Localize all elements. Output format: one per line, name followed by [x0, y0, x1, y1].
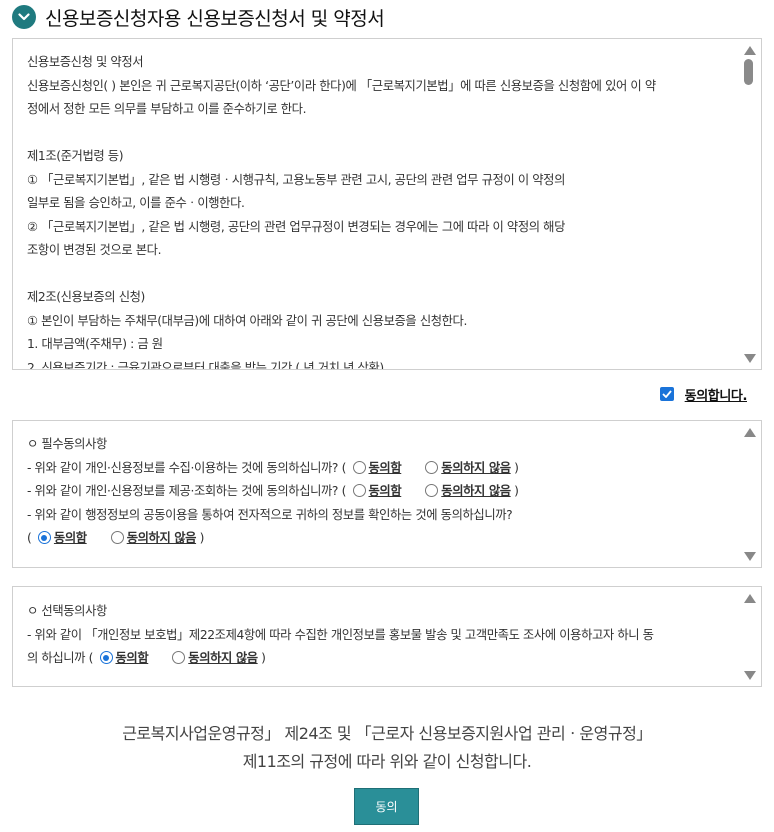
- q2-close: ): [514, 484, 519, 498]
- terms-content: 신용보증신청 및 약정서 신용보증신청인( ) 본인은 귀 근로복지공단(이하 …: [27, 51, 731, 369]
- terms-line: ② 「근로복지기본법」, 같은 법 시행령, 공단의 관련 업무규정이 변경되는…: [27, 219, 565, 234]
- terms-blank: [27, 263, 731, 287]
- optional-scrollbar[interactable]: [739, 587, 761, 686]
- scroll-up-icon[interactable]: [739, 423, 761, 441]
- optional-content: ㅇ 선택동의사항 - 위와 같이 「개인정보 보호법」제22조제4항에 따라 수…: [27, 600, 731, 686]
- scroll-down-icon[interactable]: [739, 666, 761, 684]
- required-title: ㅇ 필수동의사항: [27, 437, 107, 451]
- scroll-up-icon[interactable]: [739, 41, 761, 59]
- scroll-up-icon[interactable]: [739, 589, 761, 607]
- terms-line: 제2조(신용보증의 신청): [27, 290, 145, 304]
- q3-agree-label[interactable]: 동의함: [54, 531, 87, 545]
- chevron-down-icon[interactable]: [12, 5, 36, 29]
- terms-line: 제1조(준거법령 등): [27, 149, 124, 163]
- optional-consent-box[interactable]: ㅇ 선택동의사항 - 위와 같이 「개인정보 보호법」제22조제4항에 따라 수…: [12, 586, 762, 687]
- terms-line: 정에서 정한 모든 의무를 부담하고 이를 준수하기로 한다.: [27, 102, 307, 116]
- terms-blank: [27, 122, 731, 146]
- q3-open: (: [27, 531, 32, 545]
- terms-scrollbar[interactable]: [739, 39, 761, 369]
- required-q3-text: - 위와 같이 행정정보의 공동이용을 통하여 전자적으로 귀하의 정보를 확인…: [27, 507, 513, 522]
- page-title: 신용보증신청자용 신용보증신청서 및 약정서: [45, 7, 385, 30]
- q3-disagree-label[interactable]: 동의하지 않음: [127, 531, 197, 545]
- scroll-down-icon[interactable]: [739, 547, 761, 565]
- footer-line1: 근로복지사업운영규정」 제24조 및 「근로자 신용보증지원사업 관리ㆍ운영규정…: [122, 724, 652, 743]
- q1-agree-label[interactable]: 동의함: [369, 461, 402, 475]
- terms-line: 일부로 됨을 승인하고, 이를 준수ㆍ이행한다.: [27, 196, 245, 210]
- q1-disagree-radio[interactable]: [425, 460, 439, 474]
- terms-textbox[interactable]: 신용보증신청 및 약정서 신용보증신청인( ) 본인은 귀 근로복지공단(이하 …: [12, 38, 762, 370]
- q2-agree-label[interactable]: 동의함: [369, 484, 402, 498]
- footer-line2: 제11조의 규정에 따라 위와 같이 신청합니다.: [242, 752, 532, 771]
- required-scrollbar[interactable]: [739, 421, 761, 567]
- q3-close: ): [199, 531, 205, 545]
- terms-line: ① 「근로복지기본법」, 같은 법 시행령ㆍ시행규칙, 고용노동부 관련 고시,…: [27, 172, 565, 187]
- terms-agree[interactable]: 동의합니다.: [659, 383, 748, 405]
- q2-agree-radio[interactable]: [352, 484, 366, 497]
- optional-line2: 의 하십니까 ( 동의함 동의하지 않음 ): [27, 647, 731, 671]
- required-q3: ( 동의함 동의하지 않음 ): [27, 527, 731, 551]
- optional-line1: - 위와 같이 「개인정보 보호법」제22조제4항에 따라 수집한 개인정보를 …: [27, 627, 654, 642]
- scroll-thumb[interactable]: [744, 59, 753, 85]
- optional-agree-label[interactable]: 동의함: [116, 651, 149, 665]
- required-content: ㅇ 필수동의사항 - 위와 같이 개인·신용정보를 수집·이용하는 것에 동의하…: [27, 433, 731, 567]
- scroll-down-icon[interactable]: [739, 349, 761, 367]
- q3-agree-radio[interactable]: [37, 531, 51, 544]
- q1-agree-radio[interactable]: [352, 460, 366, 474]
- required-consent-box[interactable]: ㅇ 필수동의사항 - 위와 같이 개인·신용정보를 수집·이용하는 것에 동의하…: [12, 420, 762, 568]
- agree-button[interactable]: 동의: [354, 788, 419, 825]
- optional-disagree-label[interactable]: 동의하지 않음: [188, 651, 258, 665]
- terms-line: 신용보증신청 및 약정서: [27, 55, 144, 69]
- required-q2: - 위와 같이 개인·신용정보를 제공·조회하는 것에 동의하십니까? ( 동의…: [27, 480, 731, 504]
- terms-line: 1. 대부금액(주채무) : 금 원: [27, 337, 163, 351]
- optional-line2-text: 의 하십니까 (: [27, 651, 93, 665]
- optional-agree-radio[interactable]: [99, 651, 113, 664]
- required-q1-text: - 위와 같이 개인·신용정보를 수집·이용하는 것에 동의하십니까? (: [27, 460, 346, 475]
- q1-close: ): [514, 460, 519, 475]
- required-q2-text: - 위와 같이 개인·신용정보를 제공·조회하는 것에 동의하십니까? (: [27, 484, 346, 498]
- optional-disagree-radio[interactable]: [172, 651, 186, 664]
- required-q1: - 위와 같이 개인·신용정보를 수집·이용하는 것에 동의하십니까? ( 동의…: [27, 457, 731, 481]
- q2-disagree-label[interactable]: 동의하지 않음: [441, 484, 511, 498]
- agree-label[interactable]: 동의합니다.: [685, 385, 748, 404]
- terms-line: 2. 신용보증기간 : 금융기관으로부터 대출을 받는 기간 ( 년 거치 년 …: [27, 360, 384, 370]
- terms-line: 조항이 변경된 것으로 본다.: [27, 243, 162, 257]
- q3-disagree-radio[interactable]: [110, 531, 124, 544]
- terms-line: ① 본인이 부담하는 주채무(대부금)에 대하여 아래와 같이 귀 공단에 신용…: [27, 313, 467, 328]
- q1-disagree-label[interactable]: 동의하지 않음: [441, 461, 511, 475]
- q2-disagree-radio[interactable]: [425, 484, 439, 497]
- optional-close: ): [261, 651, 266, 665]
- section-header: 신용보증신청자용 신용보증신청서 및 약정서: [12, 3, 385, 31]
- terms-line: 신용보증신청인( ) 본인은 귀 근로복지공단(이하 ‘공단’이라 한다)에 「…: [27, 78, 656, 93]
- agree-checkbox[interactable]: [659, 387, 674, 401]
- optional-title: ㅇ 선택동의사항: [27, 604, 107, 618]
